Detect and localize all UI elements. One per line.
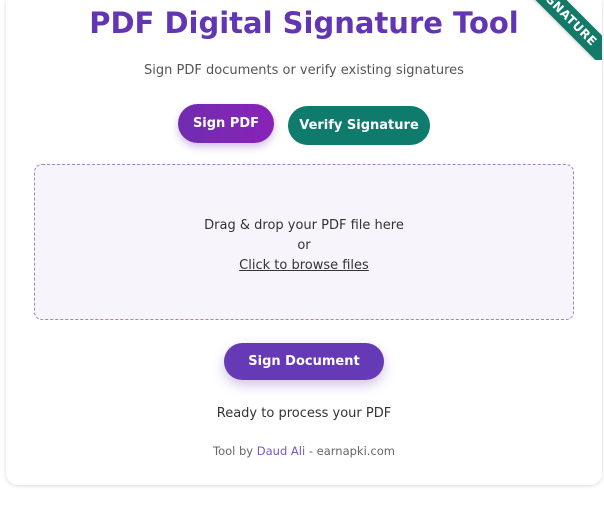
page-subtitle: Sign PDF documents or verify existing si…	[144, 63, 464, 78]
file-dropzone[interactable]: Drag & drop your PDF file here or Click …	[34, 164, 574, 320]
main-card: SIGNATURE PDF Digital Signature Tool Sig…	[6, 0, 602, 485]
status-text: Ready to process your PDF	[216, 406, 392, 421]
dropzone-instruction: Drag & drop your PDF file here	[204, 218, 404, 233]
footer-separator: -	[305, 444, 317, 458]
footer-prefix: Tool by	[213, 444, 257, 458]
sign-pdf-button[interactable]: Sign PDF	[178, 104, 274, 143]
browse-files-link[interactable]: Click to browse files	[239, 258, 369, 273]
page-title: PDF Digital Signature Tool	[89, 6, 519, 40]
author-link[interactable]: Daud Ali	[257, 444, 305, 458]
footer-site: earnapki.com	[316, 444, 395, 458]
dropzone-or: or	[297, 238, 311, 253]
verify-signature-button[interactable]: Verify Signature	[288, 106, 430, 145]
sign-document-button[interactable]: Sign Document	[224, 343, 384, 380]
footer-credit: Tool by Daud Ali - earnapki.com	[6, 444, 602, 458]
dropzone-browse-row: Click to browse files	[35, 258, 573, 273]
